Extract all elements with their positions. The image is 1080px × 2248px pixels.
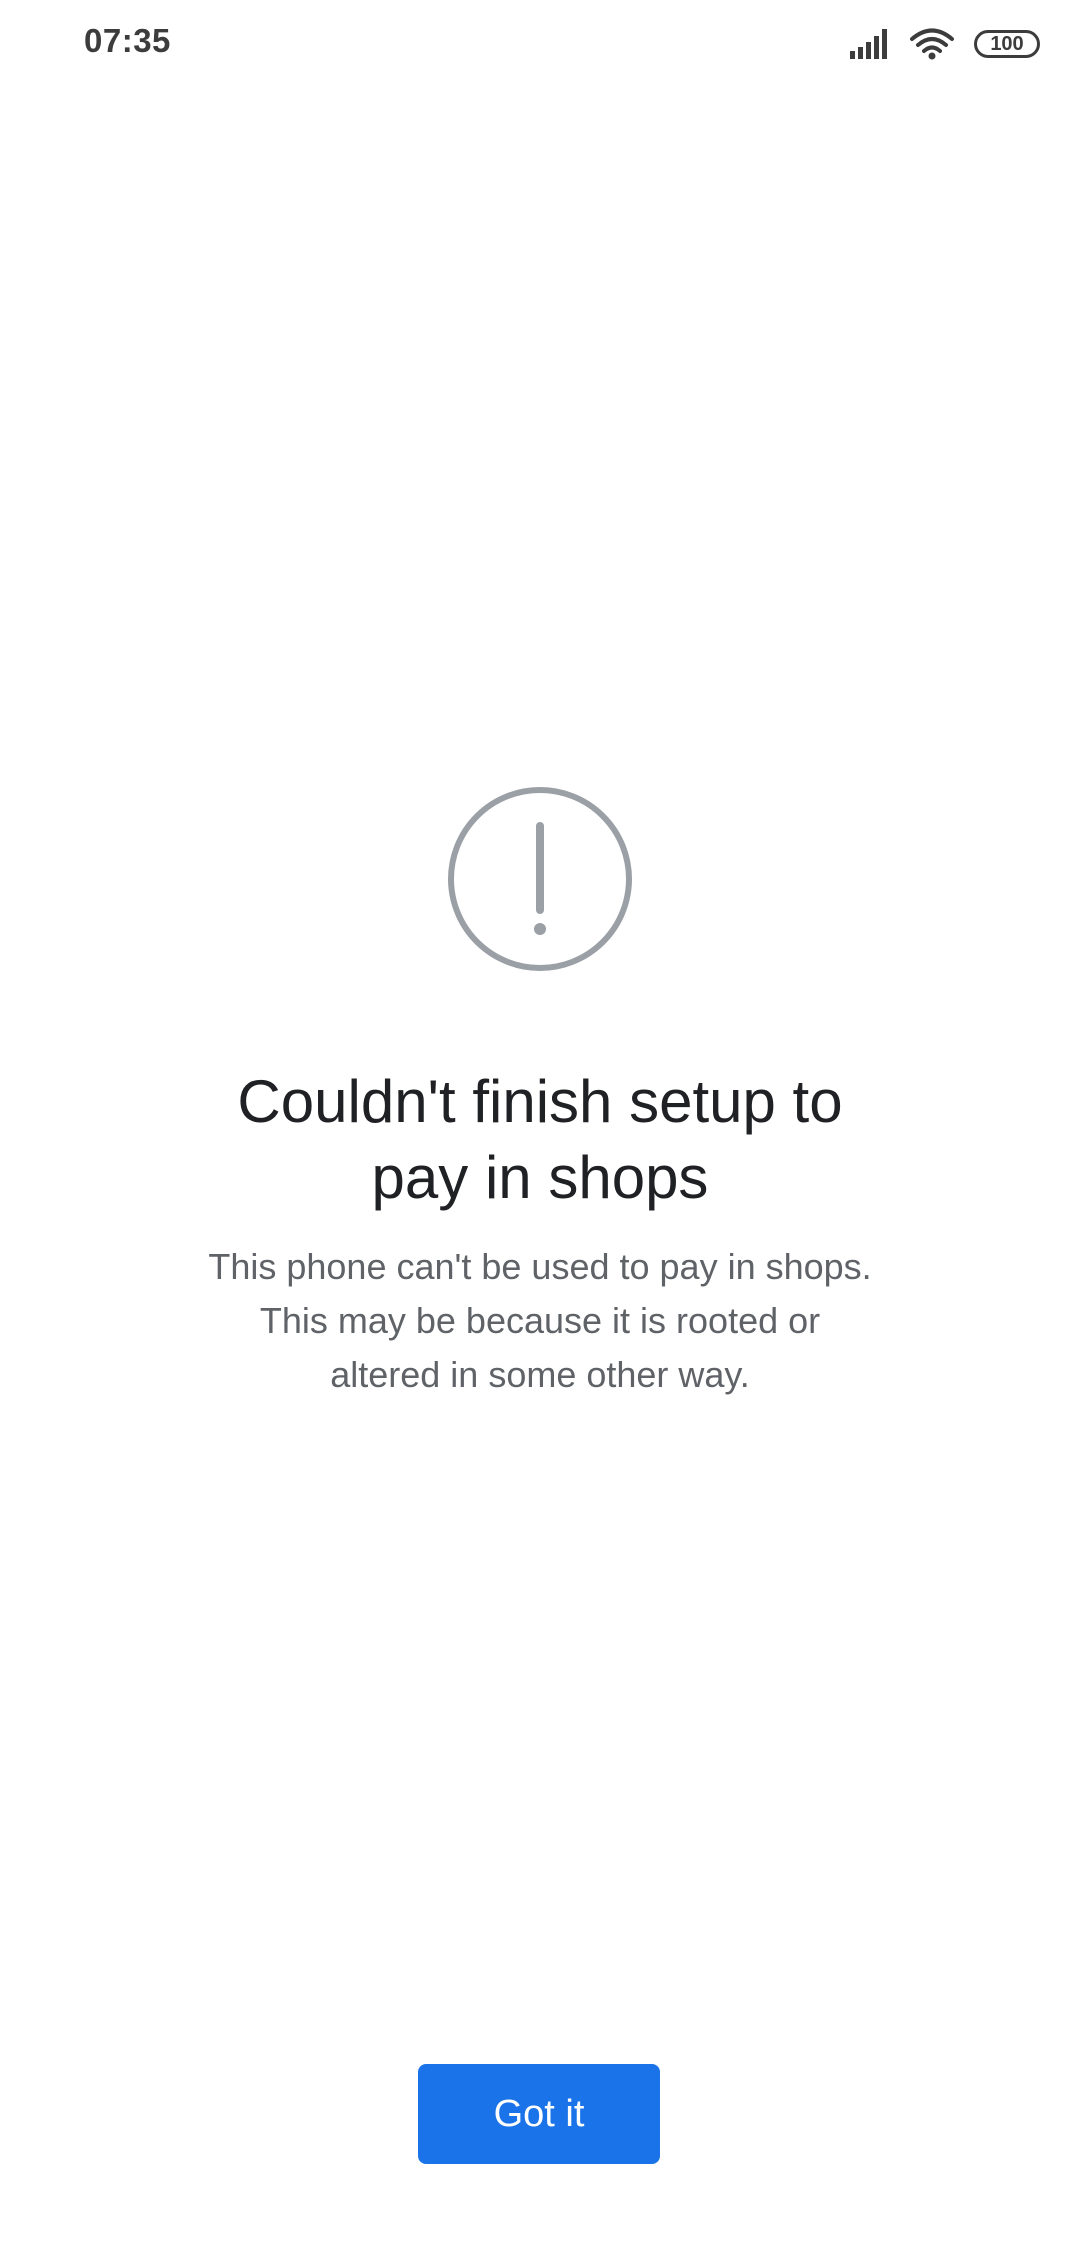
got-it-button[interactable]: Got it: [418, 2064, 660, 2164]
exclamation-circle-icon: [448, 787, 632, 971]
title-line-2: pay in shops: [371, 1144, 709, 1211]
signal-icon: [850, 29, 887, 59]
battery-level: 100: [990, 33, 1024, 55]
status-bar: 07:35 100: [0, 0, 1080, 90]
message-line-1: This phone can't be used to pay in shops…: [208, 1246, 872, 1287]
wifi-icon: [910, 28, 954, 60]
dialog-message: This phone can't be used to pay in shops…: [140, 1240, 940, 1402]
status-icons: 100: [850, 26, 1040, 62]
message-line-2: This may be because it is rooted or: [259, 1300, 821, 1341]
title-line-1: Couldn't finish setup to: [237, 1068, 843, 1135]
battery-icon: 100: [974, 30, 1040, 58]
message-line-3: altered in some other way.: [330, 1354, 750, 1395]
status-time: 07:35: [84, 22, 171, 59]
dialog-title: Couldn't finish setup to pay in shops: [140, 1064, 940, 1216]
